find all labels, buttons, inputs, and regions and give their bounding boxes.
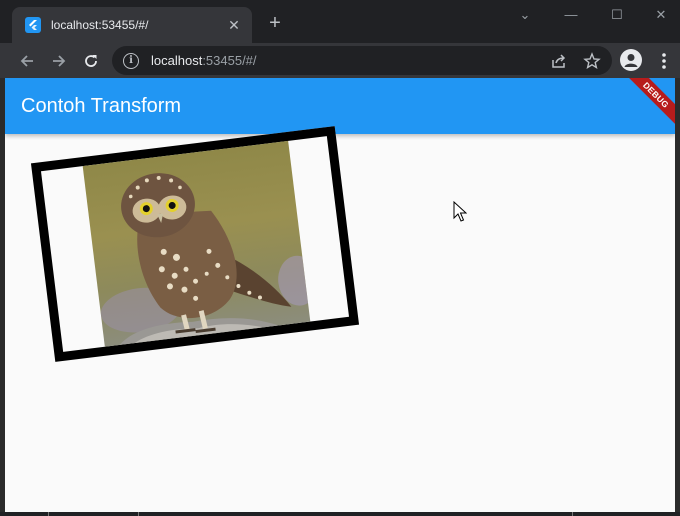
- tab-title: localhost:53455/#/: [51, 18, 149, 32]
- maximize-button[interactable]: ☐: [594, 2, 640, 28]
- flutter-icon: [25, 17, 41, 33]
- window-right-edge: [675, 78, 680, 512]
- menu-icon[interactable]: [658, 51, 670, 71]
- page-title: Contoh Transform: [21, 95, 182, 117]
- share-icon[interactable]: [550, 52, 568, 70]
- browser-tab[interactable]: localhost:53455/#/ ✕: [12, 7, 252, 43]
- owl-photo: [82, 140, 311, 347]
- mouse-cursor-icon: [453, 200, 468, 223]
- close-window-button[interactable]: ✕: [638, 2, 680, 28]
- taskbar-divider: [138, 512, 139, 516]
- reload-icon[interactable]: [77, 47, 105, 75]
- tab-strip: localhost:53455/#/ ✕ + ⌄ — ☐ ✕: [0, 0, 680, 43]
- star-icon[interactable]: [583, 52, 601, 70]
- forward-icon[interactable]: [45, 47, 73, 75]
- url-text[interactable]: localhost:53455/#/: [151, 53, 257, 68]
- app-bar: Contoh Transform DEBUG: [5, 78, 675, 134]
- tab-search-icon[interactable]: ⌄: [502, 2, 548, 28]
- back-icon[interactable]: [13, 47, 41, 75]
- browser-toolbar: i localhost:53455/#/: [0, 43, 680, 78]
- taskbar-divider: [48, 512, 49, 516]
- tab-close-icon[interactable]: ✕: [226, 17, 242, 33]
- address-bar[interactable]: i localhost:53455/#/: [112, 46, 612, 75]
- taskbar-edge: [0, 512, 680, 516]
- new-tab-button[interactable]: +: [264, 12, 286, 34]
- minimize-button[interactable]: —: [548, 2, 594, 28]
- info-icon[interactable]: i: [123, 52, 139, 69]
- debug-banner: DEBUG: [619, 78, 675, 132]
- profile-icon[interactable]: [620, 49, 642, 71]
- transformed-image-frame: [30, 126, 360, 362]
- taskbar-divider: [572, 512, 573, 516]
- app-viewport: Contoh Transform DEBUG: [5, 78, 675, 512]
